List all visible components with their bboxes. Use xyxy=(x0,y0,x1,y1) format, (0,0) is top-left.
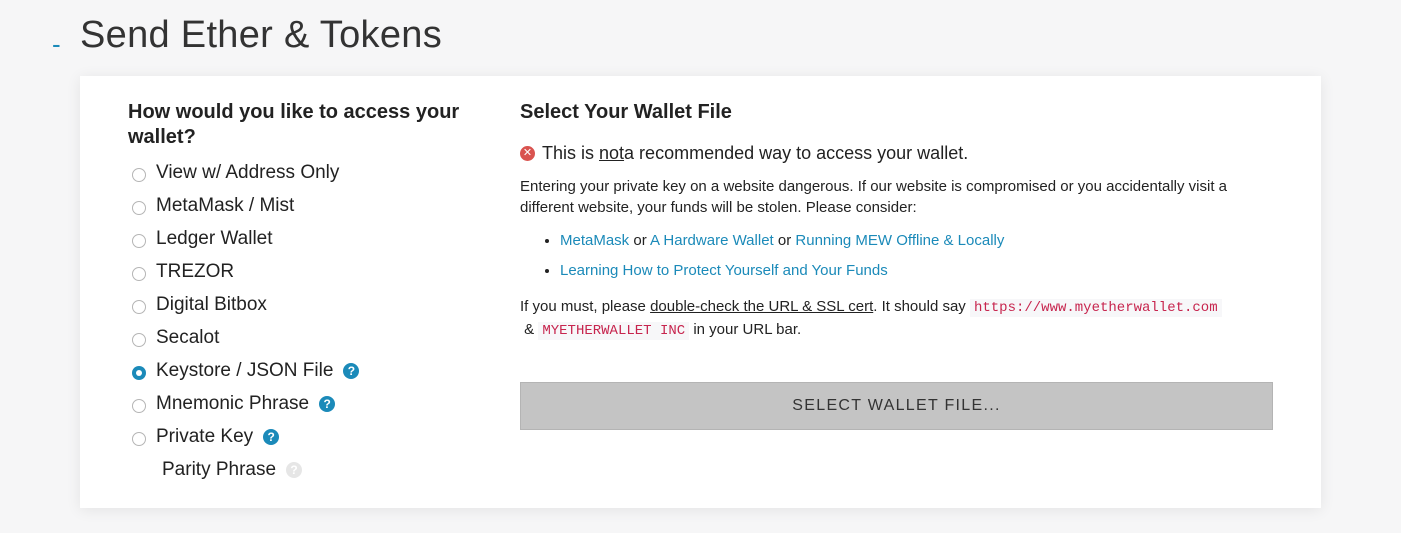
radio-unchecked[interactable] xyxy=(132,299,146,314)
access-option[interactable]: Secalot xyxy=(128,321,488,354)
option-label: Digital Bitbox xyxy=(156,293,267,315)
access-option[interactable]: Ledger Wallet xyxy=(128,222,488,255)
option-parity-phrase: Parity Phrase ? xyxy=(128,453,488,486)
access-options-panel: How would you like to access your wallet… xyxy=(128,100,488,486)
page-title: Send Ether & Tokens xyxy=(80,14,443,56)
radio-unchecked[interactable] xyxy=(132,233,146,248)
radio-unchecked[interactable] xyxy=(132,266,146,281)
radio-unchecked[interactable] xyxy=(132,332,146,347)
ssl-check-link[interactable]: double-check the URL & SSL cert xyxy=(650,298,873,315)
option-label: Secalot xyxy=(156,326,220,348)
must-middle: . It should say xyxy=(873,298,970,315)
option-label: Mnemonic Phrase xyxy=(156,392,310,414)
must-prefix: If you must, please xyxy=(520,298,651,315)
wallet-file-panel: Select Your Wallet File ✕ This is not a … xyxy=(520,100,1275,430)
option-label: Parity Phrase xyxy=(162,458,277,480)
warning-prefix: This is xyxy=(542,143,595,163)
access-heading: How would you like to access your wallet… xyxy=(128,101,460,148)
option-label: Ledger Wallet xyxy=(156,227,273,249)
list-item: Learning How to Protect Yourself and You… xyxy=(560,256,1275,286)
option-label: MetaMask / Mist xyxy=(156,194,295,216)
hardware-wallet-link[interactable]: A Hardware Wallet xyxy=(650,232,774,249)
consider-list: MetaMask or A Hardware Wallet or Running… xyxy=(520,226,1275,286)
metamask-link[interactable]: MetaMask xyxy=(560,232,629,249)
access-option[interactable]: Mnemonic Phrase? xyxy=(128,387,488,420)
wallet-heading: Select Your Wallet File xyxy=(520,101,732,123)
option-label: Private Key xyxy=(156,425,254,447)
cert-code: MYETHERWALLET INC xyxy=(538,322,690,340)
radio-unchecked[interactable] xyxy=(132,398,146,413)
access-option[interactable]: Private Key? xyxy=(128,420,488,453)
error-icon: ✕ xyxy=(520,146,535,161)
amp-text: & xyxy=(520,321,539,338)
must-suffix: in your URL bar. xyxy=(689,321,802,338)
collapse-toggle[interactable]: - xyxy=(52,31,74,57)
access-option[interactable]: View w/ Address Only xyxy=(128,156,488,189)
or-text: or xyxy=(773,232,796,249)
protect-yourself-link[interactable]: Learning How to Protect Yourself and You… xyxy=(560,262,888,279)
access-option[interactable]: Keystore / JSON File? xyxy=(128,354,488,387)
select-wallet-file-button[interactable]: SELECT WALLET FILE... xyxy=(520,382,1273,430)
warning-message: ✕ This is not a recommended way to acces… xyxy=(520,143,1275,164)
option-label: View w/ Address Only xyxy=(156,161,340,183)
access-option[interactable]: Digital Bitbox xyxy=(128,288,488,321)
help-icon: ? xyxy=(286,461,303,478)
or-text: or xyxy=(629,232,651,249)
access-wallet-card: How would you like to access your wallet… xyxy=(80,76,1321,508)
radio-unchecked[interactable] xyxy=(132,167,146,182)
warning-suffix: a recommended way to access your wallet. xyxy=(624,143,969,163)
radio-unchecked[interactable] xyxy=(132,200,146,215)
url-check-text: If you must, please double-check the URL… xyxy=(520,296,1275,342)
url-code: https://www.myetherwallet.com xyxy=(969,299,1222,317)
access-option[interactable]: MetaMask / Mist xyxy=(128,189,488,222)
option-label: TREZOR xyxy=(156,260,235,282)
list-item: MetaMask or A Hardware Wallet or Running… xyxy=(560,226,1275,256)
page-header: - Send Ether & Tokens xyxy=(52,14,442,57)
help-icon[interactable]: ? xyxy=(263,428,280,445)
radio-checked[interactable] xyxy=(132,365,146,380)
access-option[interactable]: TREZOR xyxy=(128,255,488,288)
run-offline-link[interactable]: Running MEW Offline & Locally xyxy=(795,232,1004,249)
option-label: Keystore / JSON File xyxy=(156,359,334,381)
access-options-list: View w/ Address Only MetaMask / Mist Ledge… xyxy=(128,156,488,453)
help-icon[interactable]: ? xyxy=(343,362,360,379)
help-icon[interactable]: ? xyxy=(319,395,336,412)
warning-emphasis: not xyxy=(599,143,625,163)
radio-unchecked[interactable] xyxy=(132,431,146,446)
warning-body: Entering your private key on a website d… xyxy=(520,178,1228,216)
